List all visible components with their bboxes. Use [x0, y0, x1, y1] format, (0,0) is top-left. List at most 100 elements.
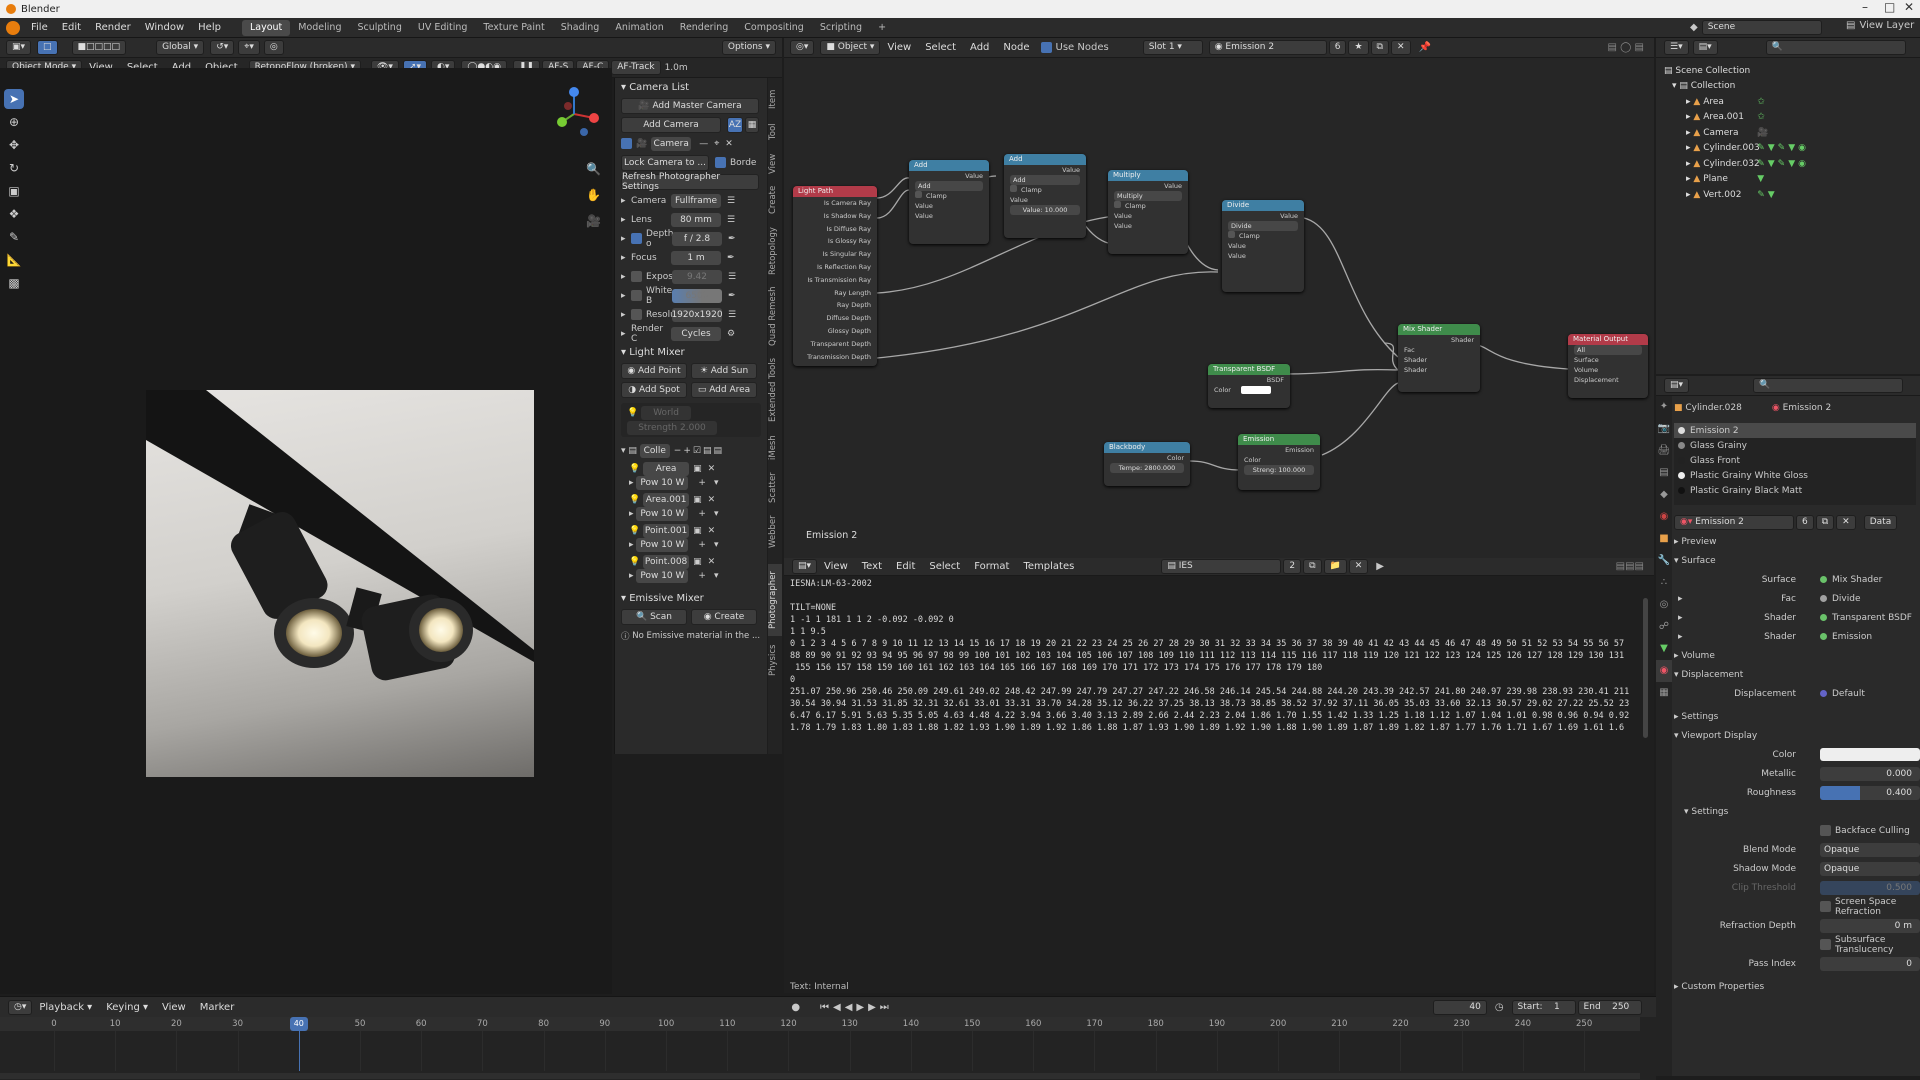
- camera-type-row[interactable]: ▸ Camera Fullframe ☰: [615, 191, 767, 210]
- tab-quad-remesh[interactable]: Quad Remesh: [768, 284, 782, 348]
- tab-animation[interactable]: Animation: [607, 20, 671, 36]
- texture-tab-icon[interactable]: ▦: [1656, 682, 1672, 704]
- tab-scatter[interactable]: Scatter: [768, 468, 782, 508]
- light-mixer-header[interactable]: ▾ Light Mixer: [615, 343, 767, 361]
- camera-list-header[interactable]: ▾ Camera List: [615, 78, 767, 96]
- timeline-menu-keying[interactable]: Keying ▾: [99, 1002, 155, 1013]
- scene-collection-row[interactable]: ▤ Scene Collection: [1664, 63, 1920, 79]
- orientation-dropdown[interactable]: Global ▾: [156, 40, 205, 55]
- annotate-tool-icon[interactable]: ✎: [4, 227, 24, 247]
- outliner-search-input[interactable]: 🔍: [1765, 40, 1906, 55]
- refraction-depth-row[interactable]: Refraction Depth 0 m: [1674, 916, 1920, 935]
- slot-dropdown[interactable]: Slot 1 ▾: [1142, 40, 1203, 55]
- properties-search-input[interactable]: 🔍: [1753, 378, 1904, 393]
- blend-mode-row[interactable]: Blend Mode Opaque: [1674, 840, 1920, 859]
- add-master-camera-button[interactable]: 🎥 Add Master Camera: [621, 97, 759, 114]
- view-layer-selector[interactable]: ▤ View Layer: [1846, 20, 1914, 31]
- outliner-item-cylinder003[interactable]: ▸ ▲ Cylinder.003 ✎▼✎▼◉: [1664, 141, 1920, 157]
- add-sun-button[interactable]: ☀ Add Sun: [691, 362, 757, 379]
- list-icon[interactable]: ☰: [728, 310, 736, 320]
- material-users-count[interactable]: 6: [1796, 515, 1814, 530]
- camera-target-icon[interactable]: ⌖: [714, 139, 719, 149]
- scene-name-field[interactable]: Scene: [1701, 20, 1822, 35]
- tab-sculpting[interactable]: Sculpting: [349, 20, 409, 36]
- surface-row-fac[interactable]: ▸ Fac Divide: [1674, 589, 1920, 608]
- list-icon[interactable]: ☰: [727, 196, 735, 206]
- tab-physics[interactable]: Physics: [768, 640, 782, 680]
- timeline-scrollbar[interactable]: [0, 1073, 1640, 1079]
- tab-layout[interactable]: Layout: [241, 19, 291, 36]
- unlink-material-icon[interactable]: ✕: [1390, 40, 1411, 55]
- tab-webber[interactable]: Webber: [768, 512, 782, 552]
- minimize-icon[interactable]: –: [1862, 0, 1868, 14]
- tab-tool[interactable]: Tool: [768, 118, 782, 146]
- text-editor-type-icon[interactable]: ▤▾: [792, 559, 818, 574]
- duplicate-text-icon[interactable]: ⧉: [1303, 559, 1322, 574]
- border-checkbox[interactable]: [715, 157, 726, 168]
- particles-tab-icon[interactable]: ∴: [1656, 572, 1672, 594]
- pin-icon[interactable]: 📌: [1419, 42, 1431, 53]
- color-swatch[interactable]: [1240, 386, 1271, 394]
- add-cube-tool-icon[interactable]: ▩: [4, 273, 24, 293]
- tab-uv-editing[interactable]: UV Editing: [410, 20, 476, 36]
- collection-row[interactable]: ▾ ▤ Colle −+☑▤▤: [615, 441, 767, 460]
- node-editor-type-icon[interactable]: ◎▾: [790, 40, 815, 55]
- text-users[interactable]: 2: [1283, 559, 1302, 574]
- pass-index-row[interactable]: Pass Index 0: [1674, 954, 1920, 973]
- node-object-dropdown[interactable]: ■ Object ▾: [820, 40, 881, 55]
- unlink-material-icon[interactable]: ✕: [1836, 515, 1856, 530]
- text-line[interactable]: [790, 590, 1640, 602]
- use-nodes-checkbox[interactable]: [1040, 42, 1052, 53]
- node-divide[interactable]: Divide Value Divide Clamp Value Value: [1222, 200, 1304, 292]
- measure-tool-icon[interactable]: 📐: [4, 250, 24, 270]
- tab-extended-tools[interactable]: Extended Tools: [768, 352, 782, 428]
- unlink-text-icon[interactable]: ✕: [1348, 559, 1369, 574]
- camera-checkbox[interactable]: [621, 138, 632, 149]
- light-remove-icon[interactable]: ✕: [708, 495, 716, 505]
- transform-tool-icon[interactable]: ❖: [4, 204, 24, 224]
- roughness-row[interactable]: Roughness 0.400: [1674, 783, 1920, 802]
- text-menu-edit[interactable]: Edit: [889, 561, 922, 572]
- menu-render[interactable]: Render: [88, 22, 138, 33]
- text-view-icons[interactable]: ▤▤▤: [1616, 561, 1644, 572]
- world-tab-icon[interactable]: ◉: [1656, 506, 1672, 528]
- menu-help[interactable]: Help: [191, 22, 228, 33]
- text-menu-text[interactable]: Text: [855, 561, 889, 572]
- scale-tool-icon[interactable]: ▣: [4, 181, 24, 201]
- outliner-item-area001[interactable]: ▸ ▲ Area.001 ✩: [1664, 110, 1920, 126]
- lens-row[interactable]: ▸ Lens 80 mm ☰: [615, 210, 767, 229]
- af-track-button[interactable]: AF-Track: [611, 60, 661, 75]
- depth-of-field-row[interactable]: ▸ Depth of / 2.8 ✒: [615, 229, 767, 249]
- node-light-path[interactable]: Light Path Is Camera Ray Is Shadow Ray Is …: [793, 186, 877, 366]
- text-menu-select[interactable]: Select: [922, 561, 967, 572]
- displacement-section[interactable]: ▾ Displacement: [1674, 665, 1920, 684]
- camera-view-icon[interactable]: 🎥: [586, 208, 601, 234]
- tab-create[interactable]: Create: [768, 182, 782, 218]
- tab-imesh[interactable]: iMesh: [768, 432, 782, 464]
- emissive-mixer-header[interactable]: ▾ Emissive Mixer: [615, 589, 767, 607]
- text-menu-format[interactable]: Format: [967, 561, 1016, 572]
- text-content[interactable]: IESNA:LM-63-2002 TILT=NONE 1 -1 1 181 1 1 …: [790, 578, 1640, 734]
- output-tab-icon[interactable]: 🖨: [1656, 440, 1672, 462]
- displacement-row[interactable]: Displacement Default: [1674, 684, 1920, 703]
- maximize-icon[interactable]: □: [1884, 0, 1895, 14]
- pivot-icon[interactable]: ↺▾: [210, 40, 235, 55]
- viewport-color-row[interactable]: Color: [1674, 745, 1920, 764]
- duplicate-material-icon[interactable]: ⧉: [1815, 515, 1835, 530]
- camera-remove-icon[interactable]: ✕: [725, 139, 733, 149]
- sort-az-button[interactable]: AZ: [727, 116, 743, 133]
- add-point-button[interactable]: ◉ Add Point: [621, 362, 687, 379]
- tab-view[interactable]: View: [768, 150, 782, 178]
- start-frame-field[interactable]: Start: 1: [1511, 999, 1576, 1015]
- options-dropdown[interactable]: Options ▾: [721, 40, 776, 55]
- material-slots-list[interactable]: Emission 2 Glass Grainy Glass Front Plas…: [1674, 423, 1916, 505]
- blender-menu-icon[interactable]: [6, 20, 20, 35]
- render-tab-icon[interactable]: 📷: [1656, 418, 1672, 440]
- light-item-point001[interactable]: 💡 Point.001 ▣ ✕ ▸ Pow 10 W + ▾: [629, 524, 761, 552]
- constraints-tab-icon[interactable]: ☍: [1656, 616, 1672, 638]
- list-icon[interactable]: ☰: [727, 215, 735, 225]
- text-line[interactable]: 1 -1 1 181 1 1 2 -0.092 -0.092 0: [790, 614, 1640, 626]
- tool-tab-icon[interactable]: ✦: [1656, 396, 1672, 418]
- sss-checkbox[interactable]: [1820, 939, 1831, 950]
- text-line[interactable]: TILT=NONE: [790, 602, 1640, 614]
